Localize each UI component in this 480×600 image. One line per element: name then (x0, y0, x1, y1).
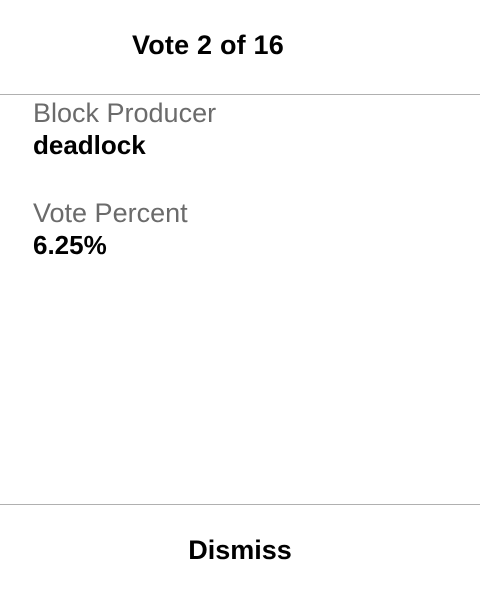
header: Vote 2 of 16 (0, 0, 480, 95)
block-producer-value: deadlock (33, 130, 146, 160)
footer: Dismiss (0, 504, 480, 600)
vote-percent-value: 6.25% (33, 230, 107, 260)
vote-percent-label: Vote Percent (33, 198, 188, 228)
vote-detail-screen: Vote 2 of 16 Block Producer deadlock Vot… (0, 0, 480, 600)
page-title: Vote 2 of 16 (132, 30, 284, 60)
vote-details: Block Producer deadlock Vote Percent 6.2… (33, 96, 460, 261)
vote-percent-field: Vote Percent 6.25% (33, 197, 460, 261)
block-producer-field: Block Producer deadlock (33, 96, 460, 161)
dismiss-button[interactable]: Dismiss (0, 535, 480, 566)
block-producer-label: Block Producer (33, 98, 217, 128)
